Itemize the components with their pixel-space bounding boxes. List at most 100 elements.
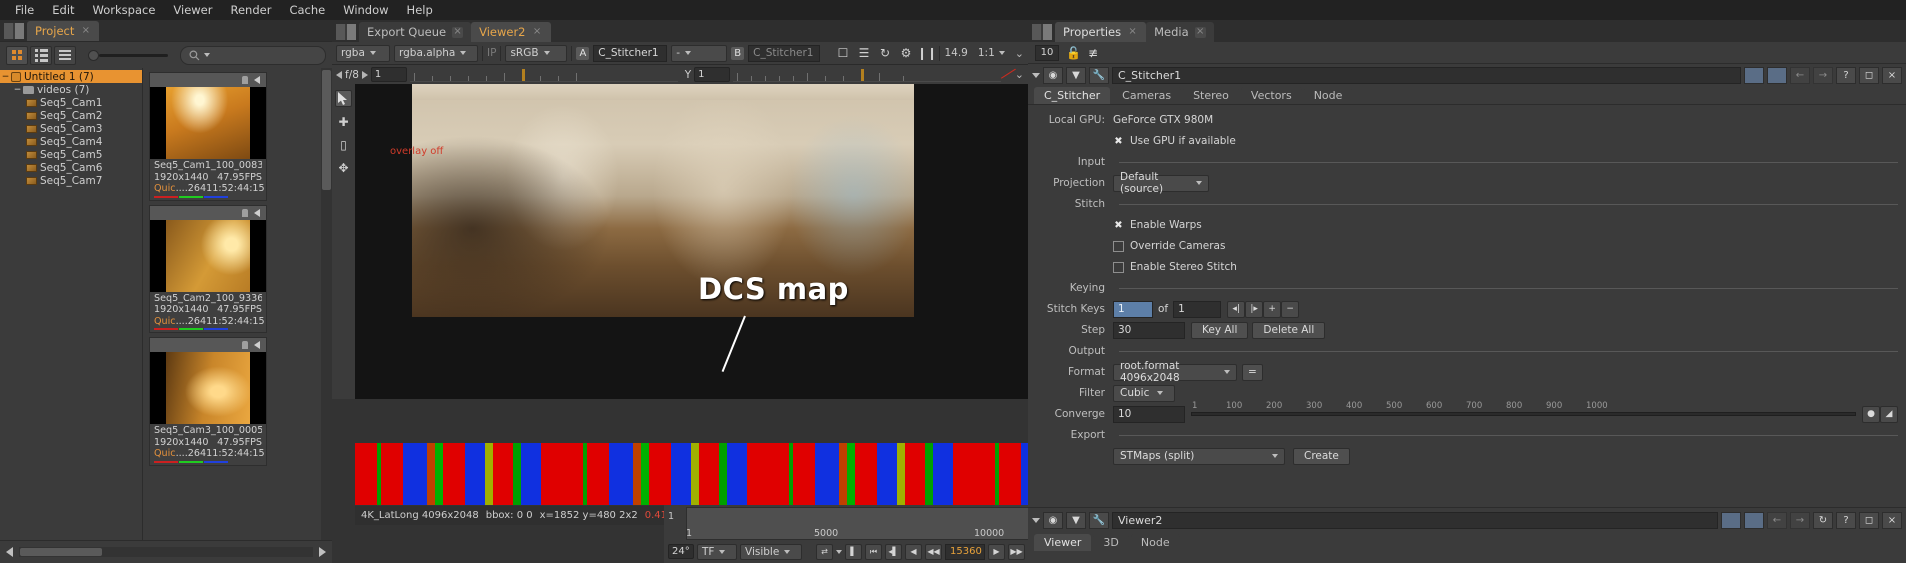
channel-selector[interactable]: rgba [336,44,390,62]
thumbnail-card[interactable]: Seq5_Cam1_100_0083 1920x1440 47.95FPS Qu… [149,72,267,201]
node-swatch-a-icon[interactable] [1721,511,1741,529]
play-reverse-button[interactable]: ◀◀ [925,543,942,560]
visibility-selector[interactable]: Visible [740,543,802,560]
tree-item-clip[interactable]: Seq5_Cam3 [0,122,142,135]
close-icon[interactable]: × [80,25,92,37]
refresh-icon[interactable]: ↻ [876,45,893,62]
sync-button[interactable]: ⇄ [816,543,833,560]
format-link-button[interactable]: = [1242,363,1263,381]
format-selector[interactable]: root.format 4096x2048 [1113,360,1237,384]
tab-3d[interactable]: 3D [1093,534,1129,551]
chevron-down-icon[interactable] [998,51,1005,55]
step-forward-button[interactable]: ▶▶ [1008,543,1025,560]
move-tool-icon[interactable]: ✥ [335,159,352,176]
collapse-handle[interactable] [142,268,143,282]
tree-item-clip[interactable]: Seq5_Cam7 [0,174,142,187]
compare-op-selector[interactable]: - [671,44,728,62]
menu-item-cache[interactable]: Cache [280,1,334,19]
lock-icon[interactable] [242,76,248,84]
tab-cameras[interactable]: Cameras [1112,87,1182,104]
color-picker-icon[interactable]: ╱ [1001,66,1015,83]
thumbnail-card[interactable]: Seq5_Cam2_100_9336 1920x1440 47.95FPS Qu… [149,204,267,333]
tab-viewer2[interactable]: Viewer2 × [471,22,551,42]
unlock-icon[interactable]: 🔓 [1066,46,1081,60]
layout-lines-icon[interactable]: ☰ [855,45,872,62]
step-field[interactable]: 30 [1113,321,1185,339]
menu-item-edit[interactable]: Edit [43,1,83,19]
converge-animation-icon[interactable]: ◢ [1880,405,1898,423]
panel-grip-icon[interactable] [4,23,24,39]
node-forward-icon[interactable]: → [1813,67,1833,84]
expander-icon[interactable]: − [0,72,11,82]
enable-stereo-checkbox[interactable]: Enable Stereo Stitch [1113,261,1237,273]
scroll-right-icon[interactable] [319,546,326,557]
timecode-mode-selector[interactable]: TF [697,543,737,560]
node-name-field[interactable]: C_Stitcher1 [1112,67,1741,84]
search-input[interactable] [180,45,326,65]
roi-icon[interactable]: ⚙ [897,45,914,62]
node-forward-icon[interactable]: → [1790,511,1810,529]
slider-knob[interactable] [88,49,99,61]
tree-item-bin[interactable]: − videos (7) [0,83,142,96]
add-key-icon[interactable]: + [1263,300,1282,318]
node-color-icon[interactable]: ◉ [1043,67,1063,84]
remove-key-icon[interactable]: − [1281,300,1300,318]
node-swatch-b-icon[interactable] [1767,67,1787,84]
gain-input[interactable]: 1 [370,67,407,82]
enable-warps-checkbox[interactable]: ✖ Enable Warps [1113,219,1202,231]
zoom-value[interactable]: 1:1 [978,47,995,59]
close-icon[interactable]: × [1127,26,1139,38]
node-settings-icon[interactable]: 🔧 [1089,511,1109,529]
menu-item-window[interactable]: Window [334,1,397,19]
node-revert-icon[interactable]: ← [1790,67,1810,84]
alpha-channel-selector[interactable]: rgba.alpha [394,44,478,62]
node-swatch-b-icon[interactable] [1744,511,1764,529]
override-cameras-checkbox[interactable]: Override Cameras [1113,240,1225,252]
prev-keyframe-button[interactable]: ◂▌ [885,543,902,560]
step-back-button[interactable]: ◀ [905,543,922,560]
menu-item-help[interactable]: Help [398,1,442,19]
goto-start-button[interactable]: ⏮ [865,543,882,560]
clear-all-icon[interactable]: ≢ [1088,46,1098,60]
panel-grip-icon[interactable] [336,24,356,40]
menu-item-workspace[interactable]: Workspace [84,1,165,19]
tab-project[interactable]: Project × [27,21,100,41]
timeline-in-point[interactable]: 1 [668,511,674,522]
node-revert-icon[interactable]: ← [1767,511,1787,529]
next-stop-icon[interactable] [361,70,368,79]
scroll-left-icon[interactable] [6,546,13,557]
tree-item-project[interactable]: − Untitled 1 (7) [0,70,142,83]
menu-item-viewer[interactable]: Viewer [164,1,221,19]
tab-c-stitcher[interactable]: C_Stitcher [1034,87,1111,104]
close-icon[interactable]: × [531,26,543,38]
menu-item-file[interactable]: File [6,1,43,19]
gamma-ruler[interactable] [733,67,1001,82]
next-key-icon[interactable]: |▸ [1245,300,1264,318]
maximize-icon[interactable]: ◻ [1859,511,1879,529]
chevron-down-icon[interactable] [836,549,842,554]
in-point-button[interactable]: ▌ [845,543,862,560]
node-reload-icon[interactable]: ↻ [1813,511,1833,529]
tab-media[interactable]: Media × [1146,22,1214,42]
close-icon[interactable]: × [1882,67,1902,84]
audio-icon[interactable] [254,76,260,84]
tab-stereo[interactable]: Stereo [1183,87,1239,104]
menu-item-render[interactable]: Render [221,1,280,19]
help-icon[interactable]: ? [1836,511,1856,529]
panel-grip-icon[interactable] [1032,24,1052,40]
gain-ruler[interactable] [409,67,678,82]
thumbnail-card[interactable]: Seq5_Cam3_100_0005 1920x1440 47.95FPS Qu… [149,337,267,466]
delete-all-button[interactable]: Delete All [1252,321,1326,339]
play-forward-button[interactable]: ▶ [988,543,1005,560]
stitch-keys-total-field[interactable]: 1 [1173,300,1222,318]
filter-selector[interactable]: Cubic [1113,384,1175,402]
expander-icon[interactable]: − [12,85,23,95]
tree-item-clip[interactable]: Seq5_Cam6 [0,161,142,174]
close-icon[interactable]: × [452,26,464,38]
thumbnail-view-button[interactable] [6,45,28,65]
thumbnails-scrollbar-vertical[interactable] [321,68,332,540]
ip-toggle[interactable]: IP [487,47,496,59]
export-type-selector[interactable]: STMaps (split) [1113,447,1285,465]
tree-item-clip[interactable]: Seq5_Cam1 [0,96,142,109]
slider-track[interactable] [99,53,168,57]
